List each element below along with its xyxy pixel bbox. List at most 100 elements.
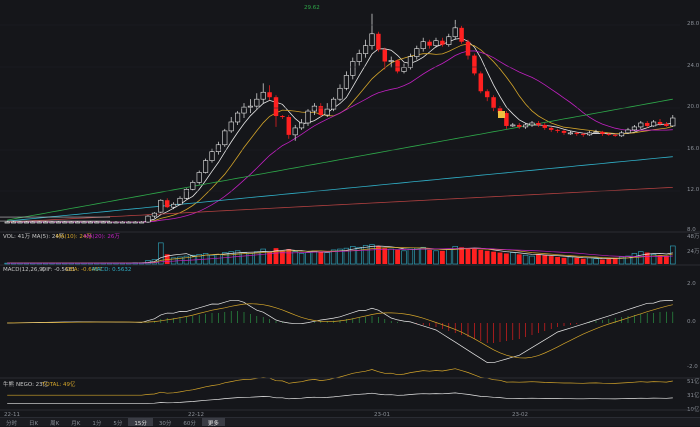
volume-bar-up — [567, 256, 574, 265]
vol-legend: VOL: 41万 — [3, 233, 31, 240]
candle-body-up — [567, 132, 573, 135]
period-button[interactable]: 1分 — [86, 418, 107, 427]
volume-bar-up — [586, 257, 593, 265]
candle-body-down — [600, 131, 605, 134]
nego-legend-name: 牛熊 — [3, 380, 15, 388]
candle-body-up — [529, 122, 535, 126]
volume-bar-down — [580, 258, 586, 264]
volume-panel[interactable] — [4, 242, 676, 265]
volume-bar-up — [631, 253, 638, 265]
candle-body-up — [158, 199, 164, 213]
period-button-active[interactable]: 15分 — [128, 418, 153, 427]
period-button[interactable]: 月K — [65, 418, 86, 427]
volume-bar-down — [440, 250, 445, 264]
volume-bar-up — [638, 251, 644, 265]
period-button[interactable]: 日K — [23, 418, 44, 427]
candle-body-up — [222, 130, 228, 146]
candle-body-down — [472, 55, 477, 74]
volume-bar-down — [536, 254, 541, 264]
candle-body-down — [164, 200, 170, 208]
candle-body-up — [68, 221, 74, 224]
price-y-label: 28.0 — [687, 21, 700, 27]
macd-panel[interactable] — [7, 299, 674, 364]
candle-body-up — [171, 203, 177, 208]
ma120-line — [7, 156, 673, 222]
candle-body-up — [183, 189, 189, 199]
candle-body-up — [139, 221, 145, 224]
candle-body-down — [542, 124, 548, 128]
candle-body-up — [203, 160, 209, 173]
candle-body-down — [555, 129, 560, 131]
candle-body-down — [280, 116, 285, 118]
period-toolbar: 分时 日K 周K 月K 1分 5分 15分 30分 60分 更多 — [0, 417, 700, 427]
period-button[interactable]: 周K — [44, 418, 65, 427]
marker-square — [498, 111, 505, 118]
volume-bar-down — [600, 259, 605, 264]
candle-body-up — [651, 121, 657, 127]
volume-bar-up — [670, 245, 676, 265]
peak-price-label: 29.62 — [304, 5, 320, 11]
candle-body-down — [273, 97, 279, 117]
candle-body-up — [145, 215, 151, 223]
candle-body-up — [638, 122, 644, 128]
macd-y-label: 0.0 — [687, 319, 696, 325]
nego-legend-total: TOTAL: 49亿 — [41, 380, 76, 388]
candle-body-down — [574, 132, 580, 134]
nego-y-label: 31亿 — [687, 391, 700, 399]
candle-body-up — [331, 98, 337, 110]
nego-panel[interactable] — [7, 368, 673, 405]
volume-bar-up — [446, 248, 452, 265]
volume-bar-down — [504, 253, 509, 264]
volume-bar-up — [388, 248, 394, 265]
nego-line — [7, 392, 673, 405]
candle-body-up — [62, 221, 68, 224]
volume-bar-up — [254, 251, 260, 265]
candle-body-up — [670, 117, 676, 127]
candle-body-down — [484, 91, 490, 98]
volume-bar-up — [529, 255, 535, 265]
volume-bar-down — [561, 257, 567, 264]
candle-body-down — [612, 134, 618, 136]
candle-body-up — [337, 87, 343, 100]
period-button[interactable]: 30分 — [153, 418, 178, 427]
candle-body-up — [523, 124, 529, 128]
candle-body-down — [427, 41, 432, 46]
candle-body-up — [94, 221, 100, 224]
stock-chart[interactable]: VOL: 41万 MA(5): 24万 MA(10): 24万 MA(20): … — [0, 0, 700, 426]
candle-body-up — [209, 151, 215, 161]
candle-body-down — [267, 92, 272, 98]
candle-body-up — [388, 60, 394, 62]
period-button[interactable]: 5分 — [107, 418, 128, 427]
volume-bar-down — [542, 255, 548, 264]
macd-dea-line — [7, 303, 673, 359]
volume-bar-up — [209, 254, 215, 265]
candle-body-up — [433, 40, 439, 46]
volume-bar-up — [407, 248, 414, 265]
candle-body-down — [376, 33, 381, 50]
period-button[interactable]: 60分 — [177, 418, 202, 427]
volume-bar-down — [318, 251, 324, 264]
candle-body-up — [593, 131, 599, 134]
candle-body-down — [548, 127, 554, 130]
volume-bar-down — [478, 249, 484, 264]
candle-body-up — [100, 221, 106, 224]
candle-body-up — [414, 48, 420, 57]
candle-body-up — [11, 221, 17, 224]
candle-body-up — [619, 132, 625, 137]
candle-body-down — [657, 121, 663, 124]
volume-bar-up — [593, 258, 599, 265]
more-button[interactable]: 更多 — [201, 418, 225, 427]
price-panel[interactable] — [0, 13, 676, 224]
candle-body-up — [363, 45, 369, 54]
vol-ma20-legend: MA(20): 26万 — [84, 233, 120, 240]
candle-body-up — [196, 172, 202, 183]
ma10-line — [7, 43, 673, 223]
candle-body-up — [446, 36, 452, 45]
macd-legend-macd: MACD: 0.5632 — [92, 267, 131, 273]
period-button[interactable]: 分时 — [0, 418, 23, 427]
candle-body-up — [324, 108, 330, 116]
volume-bar-down — [395, 249, 400, 264]
vol-y-label: 48万 — [687, 233, 700, 240]
candle-body-up — [87, 221, 93, 224]
total-line — [7, 368, 673, 396]
